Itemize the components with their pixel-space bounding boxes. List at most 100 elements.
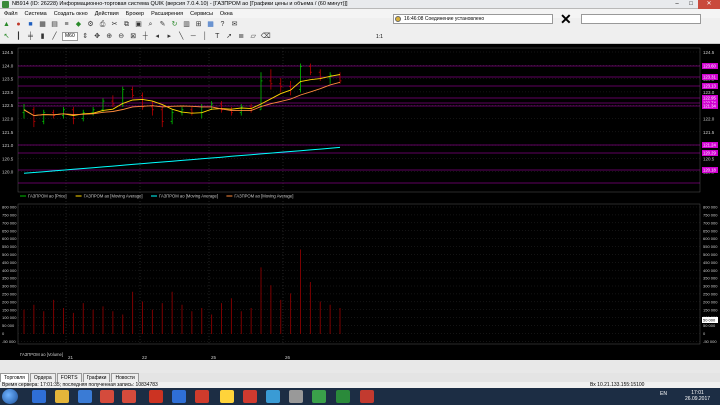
price-tick-right: 124.5 [703, 50, 715, 55]
maximize-button[interactable]: □ [684, 0, 698, 9]
delete-drawings-icon[interactable]: ⌫ [261, 32, 271, 41]
app-icon-3[interactable] [266, 390, 280, 403]
connection-status-text: 16:46:08 Соединение установлено [404, 16, 485, 22]
menu-windows[interactable]: Окна [220, 11, 233, 17]
cursor-icon[interactable]: ↖ [2, 32, 11, 41]
fibo-icon[interactable]: ≣ [237, 32, 246, 41]
volume-tick-right: 400 000 [703, 268, 718, 273]
vline-icon[interactable]: │ [201, 32, 210, 41]
menu-broker[interactable]: Брокер [126, 11, 144, 17]
refresh-icon[interactable]: ↻ [170, 20, 179, 29]
taskbar-clock[interactable]: 17:01 26.09.2017 [685, 390, 710, 402]
main-toolbar: ▲ ● ■ ▦ ▤ ≡ ◆ ⚙ ⎙ ✂ ⧉ ▣ ⌕ ✎ ↻ ▥ ⊞ ▦ ? ✉ … [0, 12, 720, 44]
explorer-icon[interactable] [55, 390, 69, 403]
candle-icon[interactable]: ▮ [38, 32, 47, 41]
zoom-in-icon[interactable]: ⊕ [105, 32, 114, 41]
tab-forts[interactable]: FORTS [56, 373, 82, 382]
price-level-label: 120.29 [703, 151, 716, 156]
connect-icon[interactable]: ▲ [2, 20, 11, 29]
edit-icon[interactable]: ✎ [158, 20, 167, 29]
price-legend-label: ГАЗПРОМ ао [Price] [28, 194, 67, 199]
volume-legend-label: ГАЗПРОМ ао [Volume] [20, 352, 63, 357]
tab-orders[interactable]: Ордера [29, 373, 56, 382]
price-legend-label: ГАЗПРОМ ао [Moving Average] [84, 194, 143, 199]
minimize-button[interactable]: – [670, 0, 684, 9]
news-icon[interactable]: ✉ [230, 20, 239, 29]
app-icon-2[interactable] [243, 390, 257, 403]
language-indicator[interactable]: EN [660, 391, 667, 397]
tab-charts[interactable]: Графики [82, 373, 111, 382]
fit-icon[interactable]: ⊠ [129, 32, 138, 41]
find-icon[interactable]: ⌕ [146, 20, 155, 29]
scroll-left-icon[interactable]: ◂ [153, 32, 162, 41]
trendline-icon[interactable]: ╲ [177, 32, 186, 41]
layout-icon[interactable]: ▥ [182, 20, 191, 29]
print-icon[interactable]: ⎙ [98, 20, 107, 29]
price-level-label: 123.60 [703, 64, 716, 69]
menu-services[interactable]: Сервисы [190, 11, 213, 17]
volume-tick-right: -50 000 [703, 339, 717, 344]
paste-icon[interactable]: ▣ [134, 20, 143, 29]
quotes-icon[interactable]: ≡ [62, 20, 71, 29]
volume-tick-right: 150 000 [703, 307, 718, 312]
chart-type-icon[interactable]: ┃ [14, 32, 23, 41]
volume-tick-left: 150 000 [2, 307, 17, 312]
timeframe-select[interactable]: M60 [62, 32, 78, 41]
yandex-icon[interactable] [220, 390, 234, 403]
price-tick-left: 123.0 [2, 90, 14, 95]
volume-tick-right: 600 000 [703, 236, 718, 241]
volume-tick-right: 800 000 [703, 205, 718, 210]
move-icon[interactable]: ✥ [93, 32, 102, 41]
search-input[interactable] [581, 14, 701, 24]
quik-taskbar-icon[interactable] [336, 390, 350, 403]
grid-icon[interactable]: ⊞ [194, 20, 203, 29]
help-icon[interactable]: ? [218, 20, 227, 29]
app-icon-5[interactable] [312, 390, 326, 403]
browser-icon[interactable] [149, 390, 163, 403]
crosshair-icon[interactable]: ┼ [141, 32, 150, 41]
channel-icon[interactable]: ▱ [249, 32, 258, 41]
price-level-label: 120.18 [703, 168, 716, 173]
chart-window[interactable]: 124.5124.5124.0124.0123.5123.5123.0123.0… [0, 44, 720, 360]
menu-extensions[interactable]: Расширения [151, 11, 183, 17]
bar-style-icon[interactable]: ╪ [26, 32, 35, 41]
price-tick-left: 122.0 [2, 117, 14, 122]
tab-news[interactable]: Новости [111, 373, 139, 382]
portfolio-icon[interactable]: ◆ [74, 20, 83, 29]
volume-tick-left: 350 000 [2, 276, 17, 281]
text-icon[interactable]: T [213, 32, 222, 41]
opera-icon-3[interactable] [195, 390, 209, 403]
new-order-icon[interactable]: ■ [26, 20, 35, 29]
scale-up-icon[interactable]: ⇕ [81, 32, 90, 41]
table-icon[interactable]: ▦ [38, 20, 47, 29]
chart-icon[interactable]: ▤ [50, 20, 59, 29]
menu-actions[interactable]: Действия [95, 11, 119, 17]
close-button[interactable]: ✕ [698, 0, 720, 9]
tab-trading[interactable]: Торговля [0, 373, 29, 382]
app-icon-4[interactable] [289, 390, 303, 403]
line-icon[interactable]: ╱ [50, 32, 59, 41]
data-icon[interactable]: ▦ [206, 20, 215, 29]
disconnect-icon[interactable]: ● [14, 20, 23, 29]
opera-icon-2[interactable] [122, 390, 136, 403]
scroll-right-icon[interactable]: ▸ [165, 32, 174, 41]
cut-icon[interactable]: ✂ [110, 20, 119, 29]
hline-icon[interactable]: ─ [189, 32, 198, 41]
menu-system[interactable]: Система [25, 11, 47, 17]
chrome-icon[interactable] [172, 390, 186, 403]
zoom-out-icon[interactable]: ⊖ [117, 32, 126, 41]
opera-icon[interactable] [100, 390, 114, 403]
menu-file[interactable]: Файл [4, 11, 18, 17]
price-tick-right: 120.5 [703, 156, 715, 161]
volume-tick-right: 300 000 [703, 284, 718, 289]
ie-icon[interactable] [32, 390, 46, 403]
arrow-icon[interactable]: ➚ [225, 32, 234, 41]
copy-icon[interactable]: ⧉ [122, 20, 131, 29]
app-icon-6[interactable] [360, 390, 374, 403]
start-button[interactable] [2, 389, 18, 404]
clear-filter-icon[interactable]: ✕ [560, 12, 572, 26]
settings-icon[interactable]: ⚙ [86, 20, 95, 29]
app-icon[interactable] [78, 390, 92, 403]
chart-canvas[interactable]: 124.5124.5124.0124.0123.5123.5123.0123.0… [0, 44, 720, 360]
menu-create-window[interactable]: Создать окно [54, 11, 88, 17]
